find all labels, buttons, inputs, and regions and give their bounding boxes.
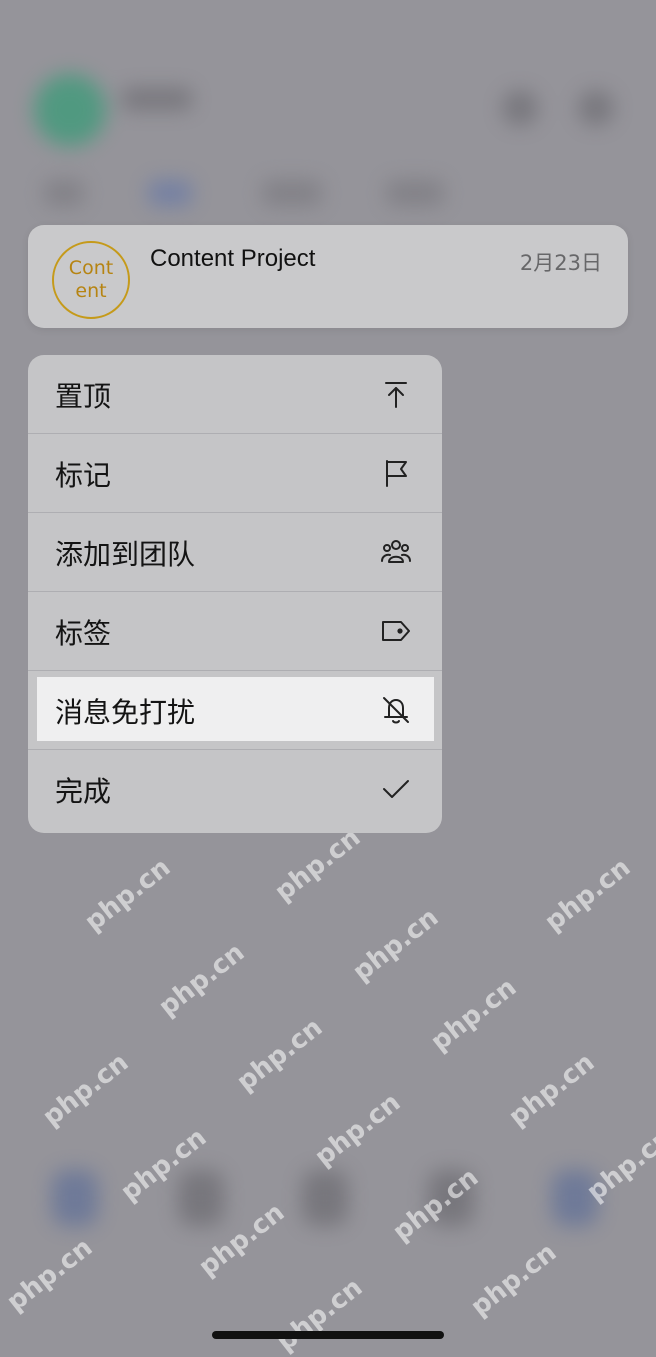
pin-to-top-icon [378, 376, 414, 412]
bg-tab [262, 180, 322, 206]
menu-item-label: 完成 [55, 775, 112, 808]
menu-item-label: 标签 [55, 617, 112, 650]
menu-item-add-to-team[interactable]: 添加到团队 [28, 513, 442, 592]
menu-item-label: 消息免打扰 [55, 696, 196, 729]
team-icon [378, 534, 414, 570]
home-indicator[interactable] [212, 1331, 444, 1339]
tag-icon [378, 613, 414, 649]
menu-item-tag[interactable]: 标签 [28, 592, 442, 671]
bg-tab [44, 180, 84, 206]
conversation-title: Content Project [150, 245, 316, 272]
flag-icon [378, 455, 414, 491]
bg-tabbar-icon [52, 1170, 98, 1226]
bg-icon [502, 90, 538, 126]
menu-item-mute[interactable]: 消息免打扰 [28, 671, 442, 750]
bg-tabbar-icon [302, 1170, 348, 1226]
context-menu: 置顶 标记 添加到团队 标签 消息免打扰 完成 [28, 355, 442, 833]
bg-tabbar-icon [428, 1170, 474, 1226]
menu-item-label: 置顶 [55, 380, 112, 413]
conversation-preview-card[interactable]: Cont ent Content Project 2月23日 [28, 225, 628, 328]
bg-tab [386, 180, 444, 206]
bg-tabbar-icon [552, 1170, 598, 1226]
bg-tabbar-icon [178, 1170, 224, 1226]
checkmark-icon [378, 771, 414, 807]
menu-item-done[interactable]: 完成 [28, 750, 442, 829]
menu-item-label: 添加到团队 [55, 538, 196, 571]
bell-off-icon [378, 692, 414, 728]
menu-item-label: 标记 [55, 459, 112, 492]
bg-icon [578, 90, 614, 126]
avatar: Cont ent [52, 241, 130, 319]
conversation-date: 2月23日 [519, 251, 602, 275]
bg-tab [148, 180, 192, 206]
bg-name [122, 88, 192, 110]
bg-avatar [34, 74, 106, 146]
menu-item-pin[interactable]: 置顶 [28, 355, 442, 434]
avatar-text-line1: Cont [68, 257, 114, 279]
menu-item-flag[interactable]: 标记 [28, 434, 442, 513]
avatar-text-line2: ent [75, 280, 107, 302]
